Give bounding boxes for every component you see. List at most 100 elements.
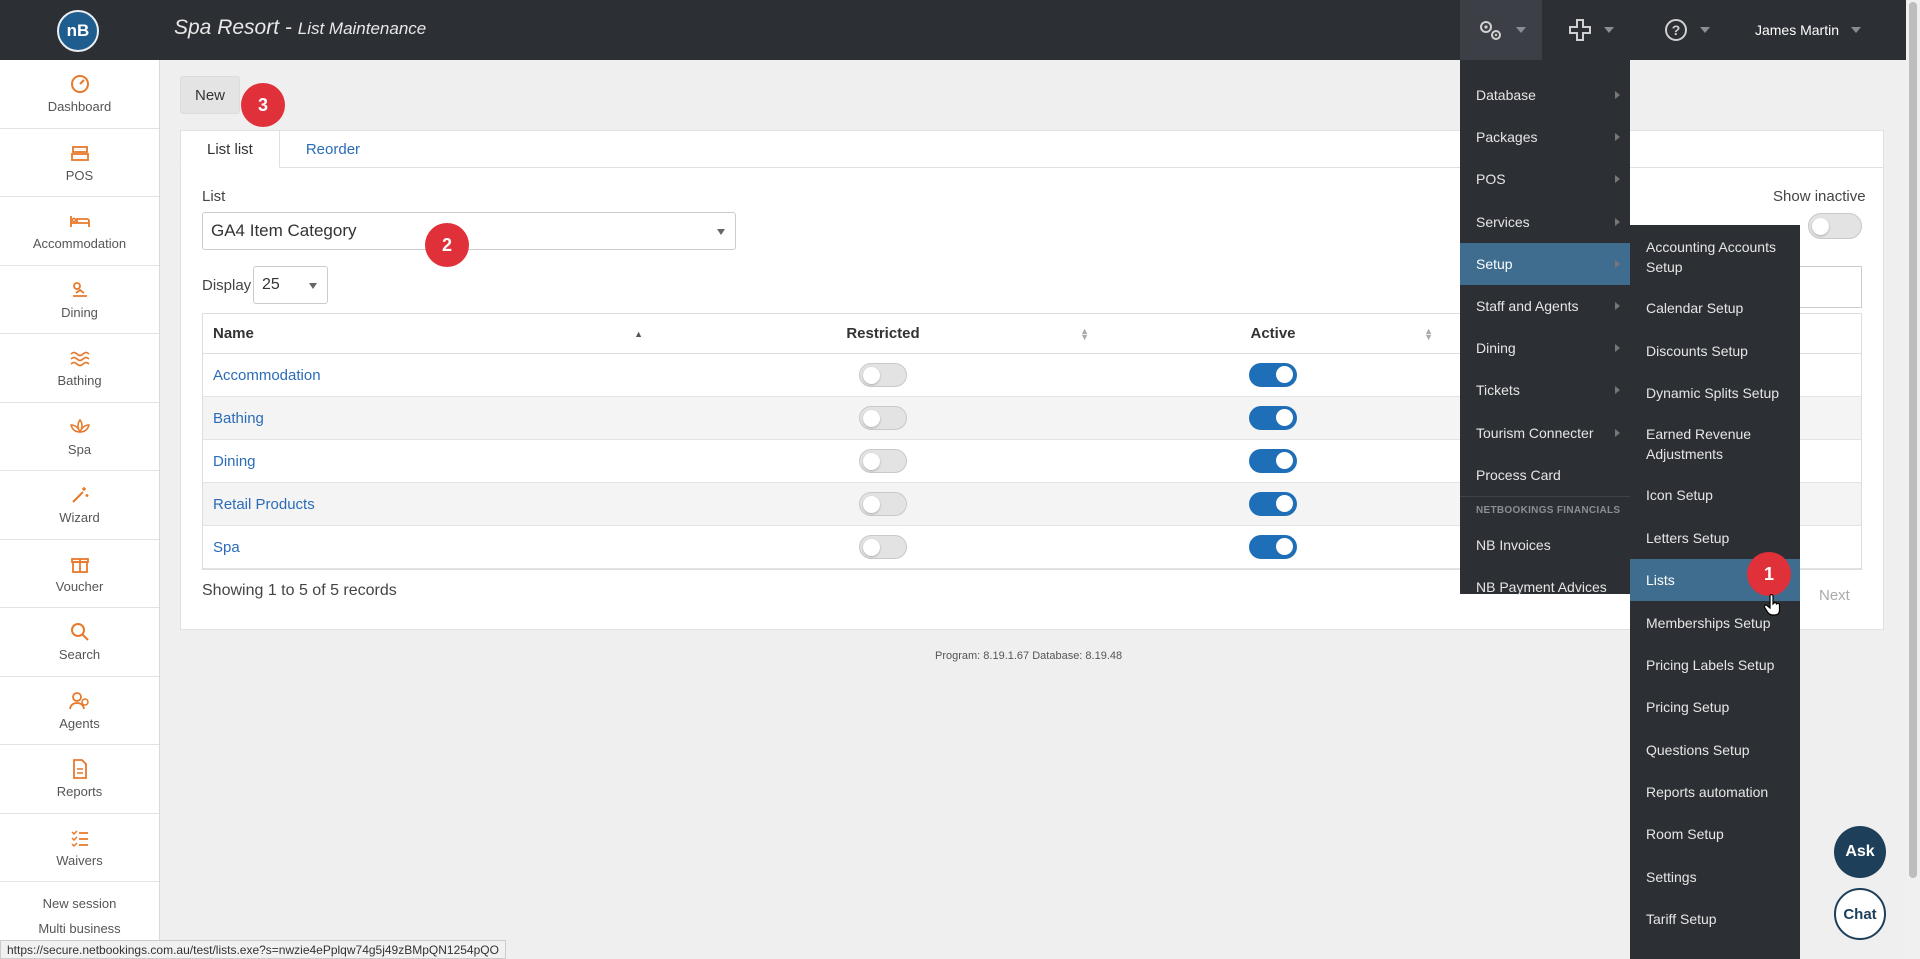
tab-reorder[interactable]: Reorder xyxy=(280,130,386,168)
list-item-link[interactable]: Retail Products xyxy=(213,496,315,513)
pagination: Next xyxy=(1783,582,1850,608)
submenu-item-pricing-labels-setup[interactable]: Pricing Labels Setup xyxy=(1630,644,1800,686)
restricted-cell xyxy=(663,535,1103,559)
submenu-item-reports-automation[interactable]: Reports automation xyxy=(1630,771,1800,813)
list-item-link[interactable]: Bathing xyxy=(213,410,264,427)
active-cell xyxy=(1103,535,1443,559)
list-item-link[interactable]: Spa xyxy=(213,539,240,556)
active-toggle[interactable] xyxy=(1249,492,1297,516)
menu-item-database[interactable]: Database xyxy=(1460,74,1630,116)
ask-button[interactable]: Ask xyxy=(1834,826,1886,878)
sidebar-item-label: Search xyxy=(58,647,101,663)
sidebar-item-dashboard[interactable]: Dashboard xyxy=(0,60,159,129)
menu-item-dining[interactable]: Dining xyxy=(1460,327,1630,369)
submenu-item-room-setup[interactable]: Room Setup xyxy=(1630,813,1800,855)
health-menu-button[interactable] xyxy=(1556,0,1626,60)
submenu-item-dynamic-splits-setup[interactable]: Dynamic Splits Setup xyxy=(1630,372,1800,414)
restricted-toggle[interactable] xyxy=(859,535,907,559)
sidebar-item-pos[interactable]: POS xyxy=(0,129,159,197)
new-button[interactable]: New xyxy=(180,76,240,114)
submenu-item-discounts-setup[interactable]: Discounts Setup xyxy=(1630,329,1800,371)
submenu-item-calendar-setup[interactable]: Calendar Setup xyxy=(1630,287,1800,329)
menu-item-packages[interactable]: Packages xyxy=(1460,116,1630,158)
sidebar-item-dining[interactable]: Dining xyxy=(0,266,159,334)
toggle-knob xyxy=(1276,495,1293,512)
sidebar-item-agents[interactable]: Agents xyxy=(0,677,159,745)
financials-section-header: NETBOOKINGS FINANCIALS xyxy=(1460,495,1630,524)
active-toggle[interactable] xyxy=(1249,535,1297,559)
submenu-item-tariff-setup[interactable]: Tariff Setup xyxy=(1630,898,1800,940)
sidebar-item-voucher[interactable]: Voucher xyxy=(0,540,159,608)
toggle-knob xyxy=(1276,452,1293,469)
menu-item-staff-and-agents[interactable]: Staff and Agents xyxy=(1460,285,1630,327)
toggle-knob xyxy=(863,496,880,513)
list-item-link[interactable]: Accommodation xyxy=(213,367,321,384)
tab-list-list[interactable]: List list xyxy=(180,130,280,168)
list-item-link[interactable]: Dining xyxy=(213,453,256,470)
new-session-link[interactable]: New session xyxy=(0,882,159,921)
restricted-column-header[interactable]: Restricted ▲ ▼ xyxy=(663,314,1103,353)
restricted-toggle[interactable] xyxy=(859,406,907,430)
page-scrollbar[interactable] xyxy=(1906,0,1920,959)
name-cell: Spa xyxy=(203,539,663,556)
header-label: Name xyxy=(213,325,254,342)
menu-item-setup[interactable]: Setup xyxy=(1460,242,1630,285)
chevron-right-icon xyxy=(1615,302,1620,311)
show-inactive-toggle[interactable] xyxy=(1808,213,1862,239)
sidebar-item-label: Wizard xyxy=(59,510,100,526)
sidebar-item-spa[interactable]: Spa xyxy=(0,403,159,471)
sidebar-item-wizard[interactable]: Wizard xyxy=(0,471,159,540)
sidebar-item-bathing[interactable]: Bathing xyxy=(0,334,159,403)
chevron-down-icon xyxy=(1516,27,1526,33)
bed-icon xyxy=(69,210,91,232)
active-toggle[interactable] xyxy=(1249,449,1297,473)
sort-ascending-icon: ▲ xyxy=(634,328,643,339)
submenu-item-accounting-accounts-setup[interactable]: Accounting Accounts Setup xyxy=(1630,227,1800,287)
svg-text:?: ? xyxy=(1672,22,1681,38)
top-bar: nB Spa Resort - List Maintenance ? James… xyxy=(0,0,1920,60)
active-toggle[interactable] xyxy=(1249,363,1297,387)
menu-item-pos[interactable]: POS xyxy=(1460,158,1630,200)
submenu-item-settings[interactable]: Settings xyxy=(1630,856,1800,898)
display-count-select[interactable]: 25 xyxy=(253,266,328,304)
menu-item-nb-payment-advices[interactable]: NB Payment Advices xyxy=(1460,566,1630,608)
submenu-item-pricing-setup[interactable]: Pricing Setup xyxy=(1630,686,1800,728)
menu-item-tourism-connecter[interactable]: Tourism Connecter xyxy=(1460,412,1630,454)
sidebar-item-waivers[interactable]: Waivers xyxy=(0,814,159,882)
header-label: Active xyxy=(1250,325,1296,342)
active-column-header[interactable]: Active ▲ ▼ xyxy=(1103,314,1443,353)
menu-item-nb-invoices[interactable]: NB Invoices xyxy=(1460,524,1630,566)
list-select[interactable]: GA4 Item Category xyxy=(202,212,736,250)
page-subtitle: List Maintenance xyxy=(297,19,427,38)
help-menu-button[interactable]: ? xyxy=(1652,0,1722,60)
netbookings-logo[interactable]: nB xyxy=(57,10,99,52)
next-page-button[interactable]: Next xyxy=(1819,587,1850,604)
sidebar-item-reports[interactable]: Reports xyxy=(0,745,159,814)
restricted-toggle[interactable] xyxy=(859,449,907,473)
version-info: Program: 8.19.1.67 Database: 8.19.48 xyxy=(935,650,1123,662)
menu-item-tickets[interactable]: Tickets xyxy=(1460,369,1630,411)
menu-item-label: Packages xyxy=(1476,129,1538,146)
menu-item-services[interactable]: Services xyxy=(1460,201,1630,243)
restricted-toggle[interactable] xyxy=(859,492,907,516)
name-cell: Accommodation xyxy=(203,367,663,384)
submenu-item-icon-setup[interactable]: Icon Setup xyxy=(1630,474,1800,516)
submenu-item-questions-setup[interactable]: Questions Setup xyxy=(1630,729,1800,771)
sidebar-item-accommodation[interactable]: Accommodation xyxy=(0,197,159,266)
app-name: Spa Resort xyxy=(174,16,280,39)
search-input[interactable] xyxy=(1790,266,1862,308)
menu-item-process-card[interactable]: Process Card xyxy=(1460,454,1630,496)
scrollbar-thumb[interactable] xyxy=(1909,2,1917,878)
submenu-item-earned-revenue-adjustments[interactable]: Earned Revenue Adjustments xyxy=(1630,414,1800,474)
chat-button[interactable]: Chat xyxy=(1834,888,1886,940)
name-column-header[interactable]: Name ▲ xyxy=(203,314,663,353)
user-menu-button[interactable]: James Martin xyxy=(1748,0,1868,60)
restricted-toggle[interactable] xyxy=(859,363,907,387)
settings-menu-button[interactable] xyxy=(1460,0,1542,60)
active-toggle[interactable] xyxy=(1249,406,1297,430)
gift-icon xyxy=(69,553,91,575)
page-title: Spa Resort - List Maintenance xyxy=(174,16,426,40)
menu-item-label: Dining xyxy=(1476,340,1516,357)
sidebar-item-search[interactable]: Search xyxy=(0,608,159,677)
name-cell: Retail Products xyxy=(203,496,663,513)
